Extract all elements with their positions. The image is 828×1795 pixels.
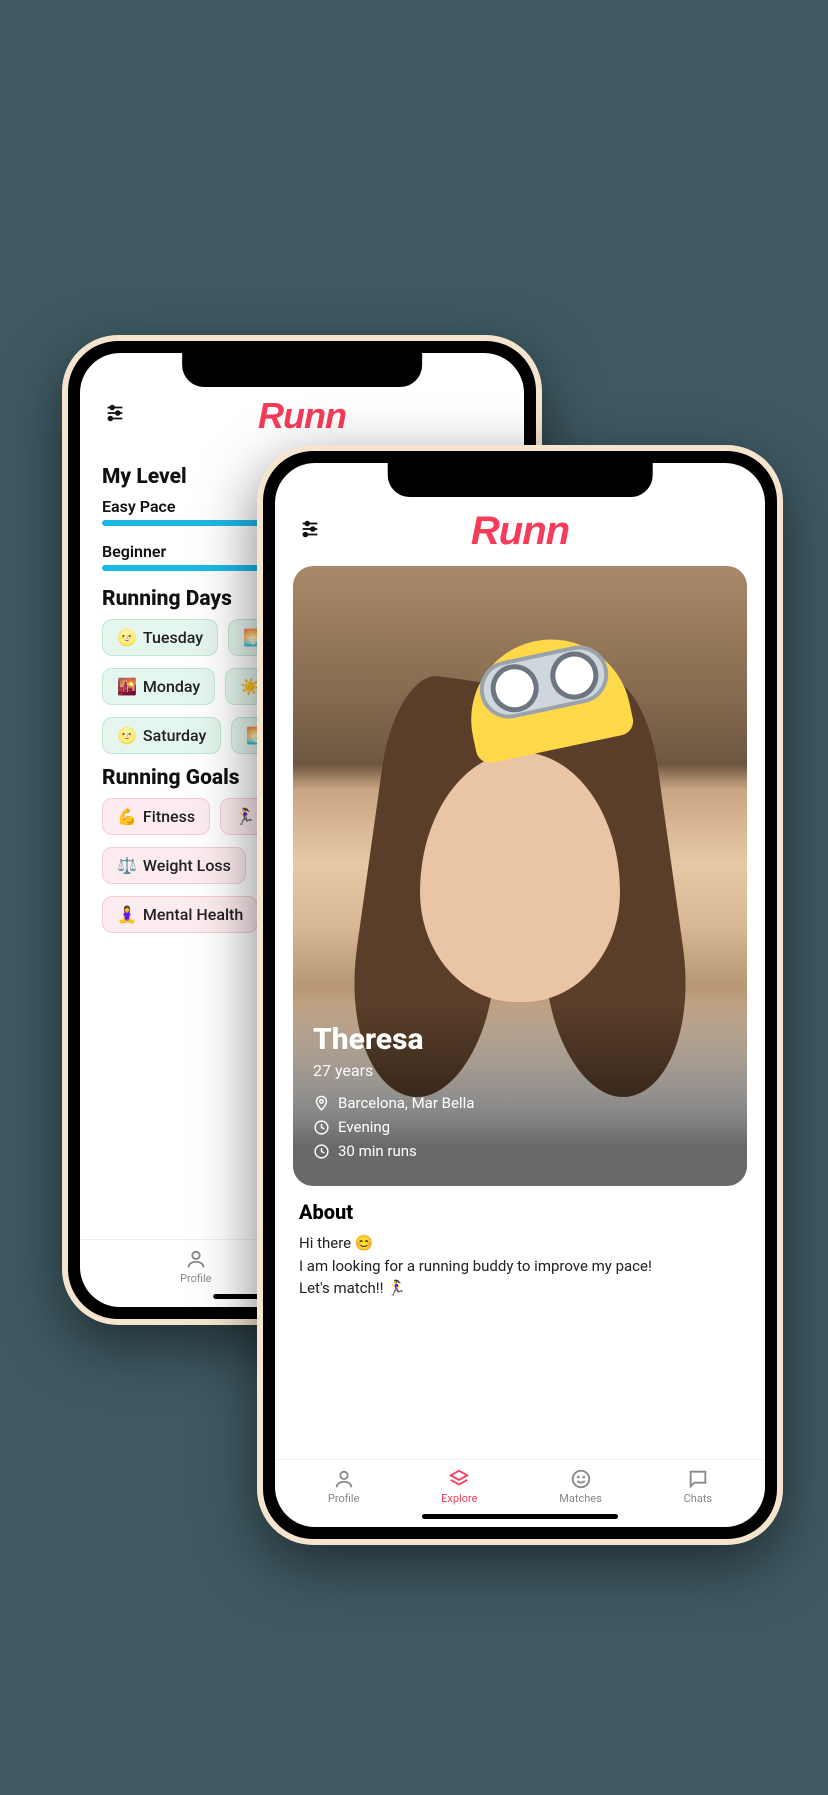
day-emoji: 🌇: [117, 677, 137, 696]
day-emoji: 🌝: [117, 726, 137, 745]
goal-chip[interactable]: ⚖️ Weight Loss: [102, 847, 246, 884]
phone-bezel: Runn Theresa 27 years Barcelona, Mar Bel…: [263, 451, 777, 1539]
notch: [182, 353, 422, 387]
profile-time-row: Evening: [313, 1118, 727, 1136]
goal-emoji: 🧘‍♀️: [117, 905, 137, 924]
goal-label: Fitness: [143, 807, 195, 826]
day-chip[interactable]: 🌝 Tuesday: [102, 619, 218, 656]
goal-emoji: 💪: [117, 807, 137, 826]
layers-icon: [448, 1468, 470, 1490]
tab-chats[interactable]: Chats: [684, 1468, 712, 1505]
filter-button[interactable]: [299, 518, 321, 546]
home-indicator: [422, 1514, 618, 1519]
tab-label: Profile: [180, 1272, 211, 1285]
about-line: Let's match!! 🏃‍♀️: [299, 1277, 741, 1300]
smile-icon: [570, 1468, 592, 1490]
profile-name: Theresa: [313, 1022, 727, 1057]
day-label: Saturday: [143, 726, 206, 745]
tab-explore[interactable]: Explore: [441, 1468, 477, 1505]
app-logo: Runn: [258, 395, 346, 437]
profile-duration: 30 min runs: [338, 1142, 417, 1160]
profile-age: 27 years: [313, 1061, 727, 1080]
about-title: About: [299, 1200, 741, 1224]
profile-location-row: Barcelona, Mar Bella: [313, 1094, 727, 1112]
profile-duration-row: 30 min runs: [313, 1142, 727, 1160]
screen-explore: Runn Theresa 27 years Barcelona, Mar Bel…: [275, 463, 765, 1527]
profile-time: Evening: [338, 1118, 390, 1136]
tab-profile[interactable]: Profile: [180, 1248, 211, 1285]
profile-overlay: Theresa 27 years Barcelona, Mar Bella Ev…: [293, 1004, 747, 1186]
profile-card[interactable]: Theresa 27 years Barcelona, Mar Bella Ev…: [293, 566, 747, 1186]
goal-emoji: ⚖️: [117, 856, 137, 875]
day-label: Tuesday: [143, 628, 203, 647]
day-chip[interactable]: 🌇 Monday: [102, 668, 215, 705]
sliders-icon: [104, 402, 126, 424]
spacer: [275, 1300, 765, 1460]
notch: [388, 463, 653, 497]
tab-label: Explore: [441, 1492, 477, 1505]
app-logo: Runn: [471, 509, 569, 554]
clock-icon: [313, 1143, 330, 1160]
tab-label: Chats: [684, 1492, 712, 1505]
phone-explore: Runn Theresa 27 years Barcelona, Mar Bel…: [257, 445, 783, 1545]
day-label: Monday: [143, 677, 200, 696]
tab-profile[interactable]: Profile: [328, 1468, 359, 1505]
goal-chip[interactable]: 💪 Fitness: [102, 798, 210, 835]
profile-location: Barcelona, Mar Bella: [338, 1094, 474, 1112]
day-emoji: 🌝: [117, 628, 137, 647]
exp-slider-fill: [102, 565, 262, 571]
tab-label: Profile: [328, 1492, 359, 1505]
person-icon: [333, 1468, 355, 1490]
person-icon: [185, 1248, 207, 1270]
about-line: I am looking for a running buddy to impr…: [299, 1255, 741, 1278]
about-text: Hi there 😊 I am looking for a running bu…: [299, 1232, 741, 1300]
chat-icon: [687, 1468, 709, 1490]
goal-emoji: 🏃‍♀️: [235, 807, 255, 826]
about-section: About Hi there 😊 I am looking for a runn…: [275, 1186, 765, 1300]
clock-icon: [313, 1119, 330, 1136]
filter-button[interactable]: [104, 402, 126, 430]
goal-label: Weight Loss: [143, 856, 231, 875]
about-line: Hi there 😊: [299, 1232, 741, 1255]
tab-label: Matches: [559, 1492, 602, 1505]
goal-chip[interactable]: 🧘‍♀️ Mental Health: [102, 896, 258, 933]
tab-matches[interactable]: Matches: [559, 1468, 602, 1505]
pin-icon: [313, 1095, 330, 1112]
goal-label: Mental Health: [143, 905, 243, 924]
day-chip[interactable]: 🌝 Saturday: [102, 717, 221, 754]
sliders-icon: [299, 518, 321, 540]
